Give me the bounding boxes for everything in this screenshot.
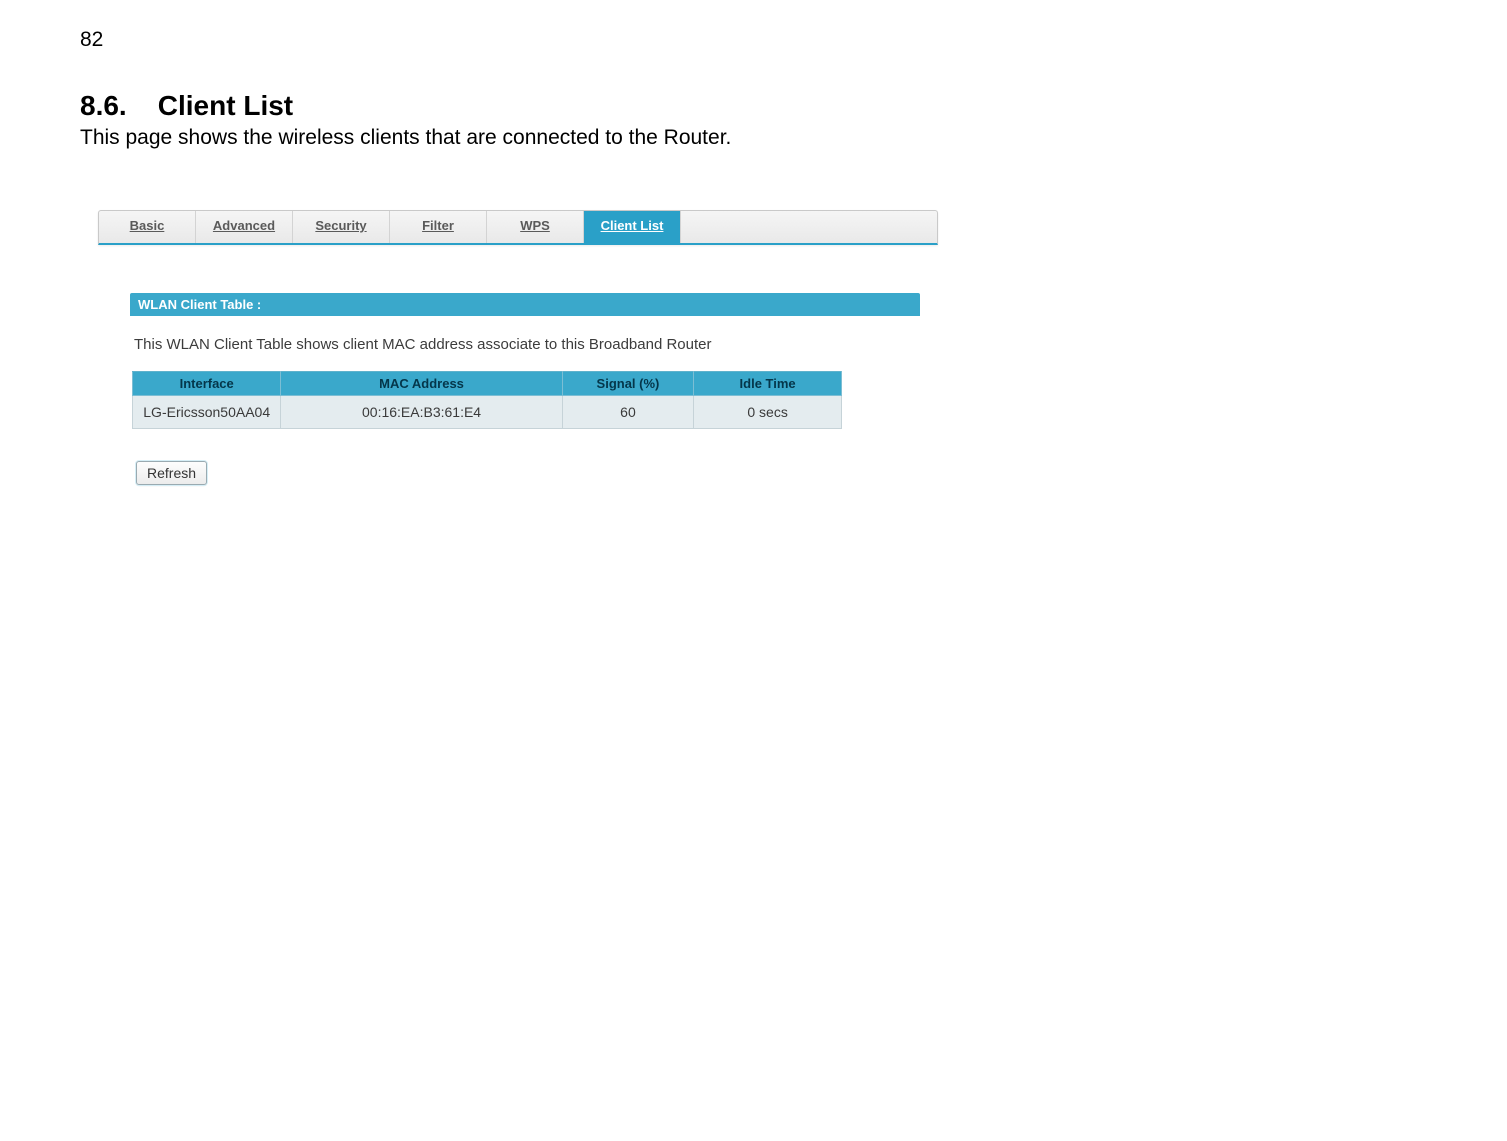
- tab-basic[interactable]: Basic: [99, 211, 196, 243]
- cell-idle: 0 secs: [694, 396, 842, 429]
- router-ui-screenshot: Basic Advanced Security Filter WPS Clien…: [98, 210, 938, 485]
- col-header-signal: Signal (%): [562, 372, 693, 396]
- section-number: 8.6.: [80, 90, 150, 122]
- page-number: 82: [80, 28, 1427, 52]
- col-header-mac: MAC Address: [281, 372, 562, 396]
- panel-note: This WLAN Client Table shows client MAC …: [130, 316, 920, 371]
- cell-mac: 00:16:EA:B3:61:E4: [281, 396, 562, 429]
- tab-wps[interactable]: WPS: [487, 211, 584, 243]
- table-header-row: Interface MAC Address Signal (%) Idle Ti…: [133, 372, 842, 396]
- wlan-client-panel: WLAN Client Table : This WLAN Client Tab…: [130, 293, 920, 485]
- refresh-button[interactable]: Refresh: [136, 461, 207, 485]
- section-title: Client List: [158, 90, 293, 121]
- cell-interface: LG-Ericsson50AA04: [133, 396, 281, 429]
- tab-security[interactable]: Security: [293, 211, 390, 243]
- table-row: LG-Ericsson50AA04 00:16:EA:B3:61:E4 60 0…: [133, 396, 842, 429]
- col-header-idle: Idle Time: [694, 372, 842, 396]
- section-heading: 8.6. Client List: [80, 90, 1427, 122]
- tab-filter[interactable]: Filter: [390, 211, 487, 243]
- tab-strip: Basic Advanced Security Filter WPS Clien…: [98, 210, 938, 245]
- tab-advanced[interactable]: Advanced: [196, 211, 293, 243]
- wlan-client-table: Interface MAC Address Signal (%) Idle Ti…: [132, 371, 842, 429]
- cell-signal: 60: [562, 396, 693, 429]
- col-header-interface: Interface: [133, 372, 281, 396]
- tab-client-list[interactable]: Client List: [584, 211, 681, 243]
- panel-title: WLAN Client Table :: [130, 293, 920, 316]
- section-description: This page shows the wireless clients tha…: [80, 126, 1427, 150]
